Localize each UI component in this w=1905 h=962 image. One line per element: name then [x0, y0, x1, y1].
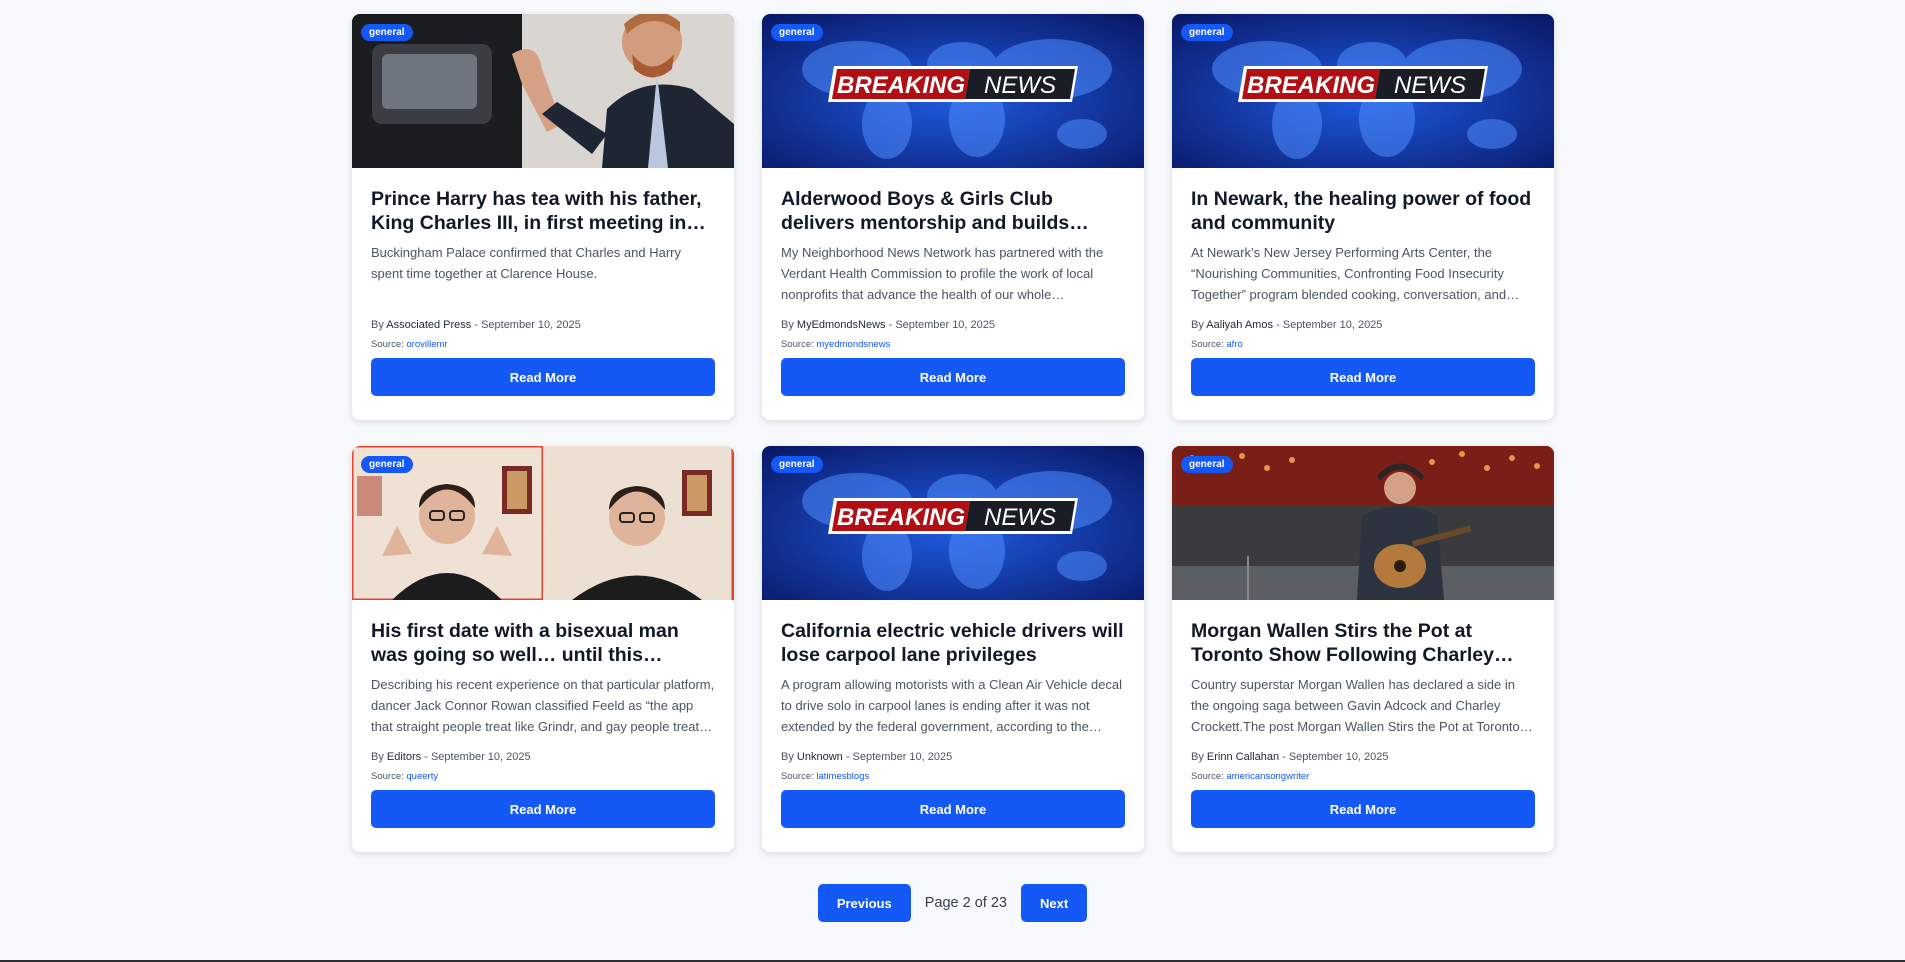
read-more-button[interactable]: Read More	[371, 790, 715, 828]
read-more-button[interactable]: Read More	[1191, 358, 1535, 396]
article-image[interactable]: general	[352, 446, 734, 600]
article-date: - September 10, 2025	[424, 751, 531, 763]
previous-page-button[interactable]: Previous	[817, 884, 911, 922]
source-link[interactable]: orovillemr	[406, 339, 447, 350]
article-description: Describing his recent experience on that…	[371, 677, 715, 734]
article-image[interactable]: BREAKING NEWS general	[1172, 14, 1554, 168]
banner-news-text: NEWS	[984, 504, 1056, 531]
article-description: Country superstar Morgan Wallen has decl…	[1191, 677, 1533, 734]
article-source: Source: latimesblogs	[781, 771, 870, 782]
article-author: Editors	[386, 751, 422, 763]
article-source: Source: afro	[1191, 339, 1243, 350]
read-more-button[interactable]: Read More	[371, 358, 715, 396]
source-link[interactable]: myedmondsnews	[816, 339, 890, 350]
article-title[interactable]: Alderwood Boys & Girls Club delivers men…	[781, 187, 1125, 235]
article-image[interactable]: general	[352, 14, 734, 168]
article-image[interactable]: BREAKING NEWS general	[762, 14, 1144, 168]
article-date: - September 10, 2025	[1276, 319, 1383, 331]
article-byline: By Editors - September 10, 2025	[371, 751, 531, 763]
article-date: - September 10, 2025	[888, 319, 996, 331]
article-author: Erinn Callahan	[1206, 751, 1280, 763]
article-description: A program allowing motorists with a Clea…	[781, 677, 1123, 734]
read-more-button[interactable]: Read More	[781, 358, 1125, 396]
article-title[interactable]: California electric vehicle drivers will…	[781, 619, 1125, 667]
read-more-button[interactable]: Read More	[781, 790, 1125, 828]
article-title[interactable]: Prince Harry has tea with his father, Ki…	[371, 187, 715, 235]
source-link[interactable]: latimesblogs	[816, 771, 869, 782]
article-source: Source: myedmondsnews	[781, 339, 891, 350]
category-badge: general	[1181, 24, 1233, 41]
category-badge: general	[771, 24, 823, 41]
source-link[interactable]: americansongwriter	[1226, 771, 1309, 782]
page-indicator: Page 2 of 23	[924, 895, 1007, 911]
article-source: Source: queerty	[371, 771, 439, 782]
article-description: At Newark’s New Jersey Performing Arts C…	[1191, 245, 1520, 302]
article-card: BREAKING NEWS general Alderwood Boys & G…	[762, 14, 1144, 420]
article-author: MyEdmondsNews	[796, 319, 886, 331]
banner-news-text: NEWS	[984, 72, 1056, 99]
article-image[interactable]: general	[1172, 446, 1554, 600]
banner-breaking-text: BREAKING	[837, 504, 965, 531]
article-card: general Morgan Wallen Stirs the Pot at T…	[1172, 446, 1554, 852]
article-card: general His first date with a bisexual m…	[352, 446, 734, 852]
article-grid: general Prince Harry has tea with his fa…	[352, 14, 1554, 852]
article-source: Source: americansongwriter	[1191, 771, 1310, 782]
article-card: BREAKING NEWS general California electri…	[762, 446, 1144, 852]
pagination: Previous Page 2 of 23 Next	[0, 884, 1905, 922]
source-link[interactable]: queerty	[406, 771, 438, 782]
banner-breaking-text: BREAKING	[1247, 72, 1375, 99]
article-image[interactable]: BREAKING NEWS general	[762, 446, 1144, 600]
article-description: My Neighborhood News Network has partner…	[781, 245, 1104, 302]
next-page-button[interactable]: Next	[1020, 884, 1088, 922]
category-badge: general	[361, 456, 413, 473]
article-source: Source: orovillemr	[371, 339, 448, 350]
article-title[interactable]: Morgan Wallen Stirs the Pot at Toronto S…	[1191, 619, 1535, 667]
article-byline: By Unknown - September 10, 2025	[781, 751, 953, 763]
article-byline: By Associated Press - September 10, 2025	[371, 319, 581, 331]
article-byline: By Aaliyah Amos - September 10, 2025	[1191, 319, 1383, 331]
category-badge: general	[1181, 456, 1233, 473]
article-card: general Prince Harry has tea with his fa…	[352, 14, 734, 420]
article-byline: By MyEdmondsNews - September 10, 2025	[781, 319, 996, 331]
article-title[interactable]: In Newark, the healing power of food and…	[1191, 187, 1535, 235]
article-title[interactable]: His first date with a bisexual man was g…	[371, 619, 715, 667]
banner-news-text: NEWS	[1394, 72, 1466, 99]
read-more-button[interactable]: Read More	[1191, 790, 1535, 828]
article-date: - September 10, 2025	[845, 751, 953, 763]
article-author: Unknown	[796, 751, 843, 763]
source-link[interactable]: afro	[1226, 339, 1242, 350]
article-byline: By Erinn Callahan - September 10, 2025	[1191, 751, 1389, 763]
category-badge: general	[361, 24, 413, 41]
article-description: Buckingham Palace confirmed that Charles…	[371, 245, 681, 281]
article-author: Aaliyah Amos	[1206, 319, 1273, 331]
banner-breaking-text: BREAKING	[837, 72, 965, 99]
article-date: - September 10, 2025	[474, 319, 581, 331]
category-badge: general	[771, 456, 823, 473]
article-card: BREAKING NEWS general In Newark, the hea…	[1172, 14, 1554, 420]
article-date: - September 10, 2025	[1282, 751, 1389, 763]
article-author: Associated Press	[386, 319, 472, 331]
